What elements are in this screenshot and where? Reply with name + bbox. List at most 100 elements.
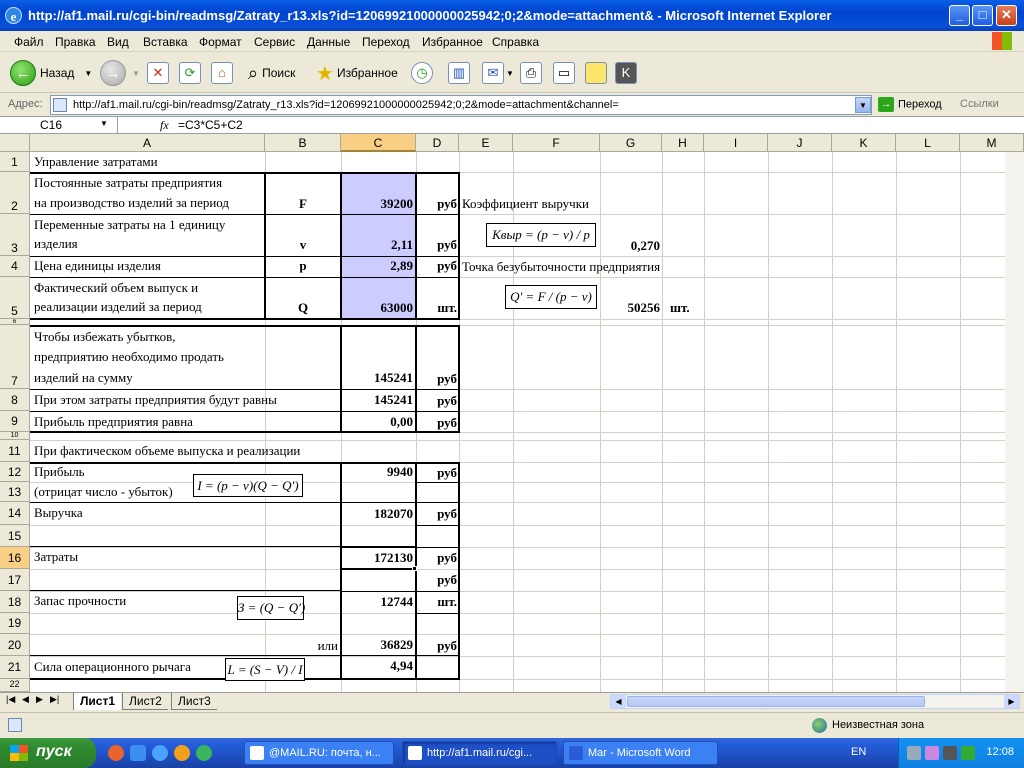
row-header-2[interactable]: 2	[0, 172, 30, 214]
tab-sheet3[interactable]: Лист3	[171, 693, 217, 710]
row-header-10[interactable]: 10	[0, 432, 30, 440]
horizontal-scrollbar[interactable]: ◀ ▶	[610, 694, 1020, 709]
task-word[interactable]: Mar - Microsoft Word	[563, 741, 718, 765]
menu-data[interactable]: Данные	[307, 35, 350, 49]
row-header-12[interactable]: 12	[0, 462, 30, 482]
row-header-9[interactable]: 9	[0, 411, 30, 432]
cell-c12[interactable]: 9940	[341, 462, 413, 482]
cell-d12[interactable]: руб	[416, 463, 457, 483]
cell-g3[interactable]: 0,270	[600, 236, 660, 256]
cell-d16[interactable]: руб	[416, 548, 457, 568]
menu-view[interactable]: Вид	[107, 35, 129, 49]
row-header-1[interactable]: 1	[0, 152, 30, 172]
cell-a3-line1[interactable]: Переменные затраты на 1 единицу	[34, 215, 225, 235]
menu-file[interactable]: Файл	[14, 35, 44, 49]
cell-a8[interactable]: При этом затраты предприятия будут равны	[34, 390, 277, 410]
cell-d20[interactable]: руб	[416, 636, 457, 656]
messenger-button[interactable]: K	[615, 59, 637, 87]
row-header-13[interactable]: 13	[0, 482, 30, 502]
cell-d8[interactable]: руб	[416, 391, 457, 411]
menu-edit[interactable]: Правка	[55, 35, 96, 49]
back-button[interactable]: ← Назад ▼	[10, 59, 92, 87]
volume-icon[interactable]	[925, 746, 939, 760]
row-header-3[interactable]: 3	[0, 214, 30, 256]
cell-d9[interactable]: руб	[416, 413, 457, 433]
minimize-button[interactable]: _	[949, 5, 970, 26]
network-icon[interactable]	[907, 746, 921, 760]
cell-a5-line2[interactable]: реализации изделий за период	[34, 297, 202, 317]
cell-a7-line3[interactable]: изделий на сумму	[34, 368, 133, 388]
address-input[interactable]: http://af1.mail.ru/cgi-bin/readmsg/Zatra…	[50, 95, 872, 115]
menu-tools[interactable]: Сервис	[254, 35, 295, 49]
row-header-4[interactable]: 4	[0, 256, 30, 277]
col-header-d[interactable]: D	[416, 134, 459, 152]
language-indicator[interactable]: EN	[851, 746, 866, 758]
row-header-7[interactable]: 7	[0, 325, 30, 389]
row-header-5[interactable]: 5	[0, 277, 30, 319]
address-dropdown-icon[interactable]: ▼	[855, 97, 871, 113]
scroll-left-icon[interactable]: ◀	[611, 695, 626, 708]
prev-sheet-icon[interactable]: ◀	[22, 694, 29, 705]
cell-c2[interactable]: 39200	[341, 194, 414, 214]
cell-c5[interactable]: 63000	[341, 298, 414, 318]
back-dropdown-icon[interactable]: ▼	[84, 69, 92, 78]
menu-insert[interactable]: Вставка	[143, 35, 188, 49]
row-header-19[interactable]: 19	[0, 613, 30, 634]
fx-icon[interactable]: fx	[160, 118, 169, 133]
name-box-dropdown-icon[interactable]: ▼	[100, 119, 108, 128]
mail-dropdown-icon[interactable]: ▼	[506, 69, 514, 78]
menu-format[interactable]: Формат	[199, 35, 242, 49]
cell-a7-line2[interactable]: предприятию необходимо продать	[34, 347, 224, 367]
menu-go[interactable]: Переход	[362, 35, 410, 49]
cell-b20[interactable]: или	[265, 636, 338, 656]
cell-g5[interactable]: 50256	[600, 298, 661, 318]
col-header-m[interactable]: M	[960, 134, 1024, 152]
formula-input[interactable]: =C3*C5+C2	[178, 118, 243, 132]
mail-button[interactable]: ✉ ▼	[482, 59, 514, 87]
cell-a3-line2[interactable]: изделия	[34, 234, 78, 254]
cell-a5-line1[interactable]: Фактический объем выпуск и	[34, 278, 198, 298]
row-header-22[interactable]: 22	[0, 679, 30, 692]
vertical-scrollbar[interactable]	[1005, 152, 1024, 692]
cell-a9[interactable]: Прибыль предприятия равна	[34, 412, 193, 432]
discuss-button[interactable]	[585, 59, 607, 87]
research-button[interactable]: ▥	[448, 59, 470, 87]
col-header-h[interactable]: H	[662, 134, 704, 152]
cell-a14[interactable]: Выручка	[34, 503, 83, 523]
cell-a2-line2[interactable]: на производство изделий за период	[34, 193, 229, 213]
cell-a13[interactable]: (отрицат число - убыток)	[34, 482, 173, 502]
favorites-button[interactable]: ★ Избранное	[316, 59, 398, 87]
cell-d14[interactable]: руб	[416, 504, 457, 524]
cell-a1[interactable]: Управление затратами	[34, 152, 158, 172]
cell-a21[interactable]: Сила операционного рычага	[34, 657, 191, 677]
cell-a16[interactable]: Затраты	[34, 547, 78, 567]
cell-d18[interactable]: шт.	[416, 592, 457, 612]
cell-d7[interactable]: руб	[416, 369, 457, 389]
first-sheet-icon[interactable]: |◀	[6, 694, 15, 705]
tab-sheet2[interactable]: Лист2	[122, 693, 168, 710]
col-header-a[interactable]: A	[30, 134, 265, 152]
menu-favorites[interactable]: Избранное	[422, 35, 483, 49]
cell-b2[interactable]: F	[265, 194, 341, 214]
cell-a11[interactable]: При фактическом объеме выпуска и реализа…	[34, 441, 300, 461]
col-header-b[interactable]: B	[265, 134, 341, 152]
maximize-button[interactable]: □	[972, 5, 993, 26]
cell-d2[interactable]: руб	[416, 194, 457, 214]
k-tray-icon[interactable]	[943, 746, 957, 760]
cell-c20[interactable]: 36829	[341, 635, 414, 655]
cell-a18[interactable]: Запас прочности	[34, 591, 126, 611]
task-excel-attachment[interactable]: http://af1.mail.ru/cgi...	[402, 741, 557, 765]
scroll-thumb[interactable]	[627, 696, 925, 707]
select-all-corner[interactable]	[0, 134, 30, 152]
row-header-11[interactable]: 11	[0, 440, 30, 462]
cell-a4[interactable]: Цена единицы изделия	[34, 256, 161, 276]
row-header-21[interactable]: 21	[0, 656, 30, 679]
forward-button[interactable]: → ▼	[100, 59, 140, 87]
refresh-button[interactable]: ⟳	[179, 59, 201, 87]
row-header-18[interactable]: 18	[0, 591, 30, 613]
close-button[interactable]: ✕	[996, 5, 1017, 26]
cell-c16[interactable]: 172130	[341, 548, 413, 568]
history-button[interactable]: ◷	[411, 59, 433, 87]
start-button[interactable]: пуск	[0, 738, 96, 768]
forward-dropdown-icon[interactable]: ▼	[132, 69, 140, 78]
